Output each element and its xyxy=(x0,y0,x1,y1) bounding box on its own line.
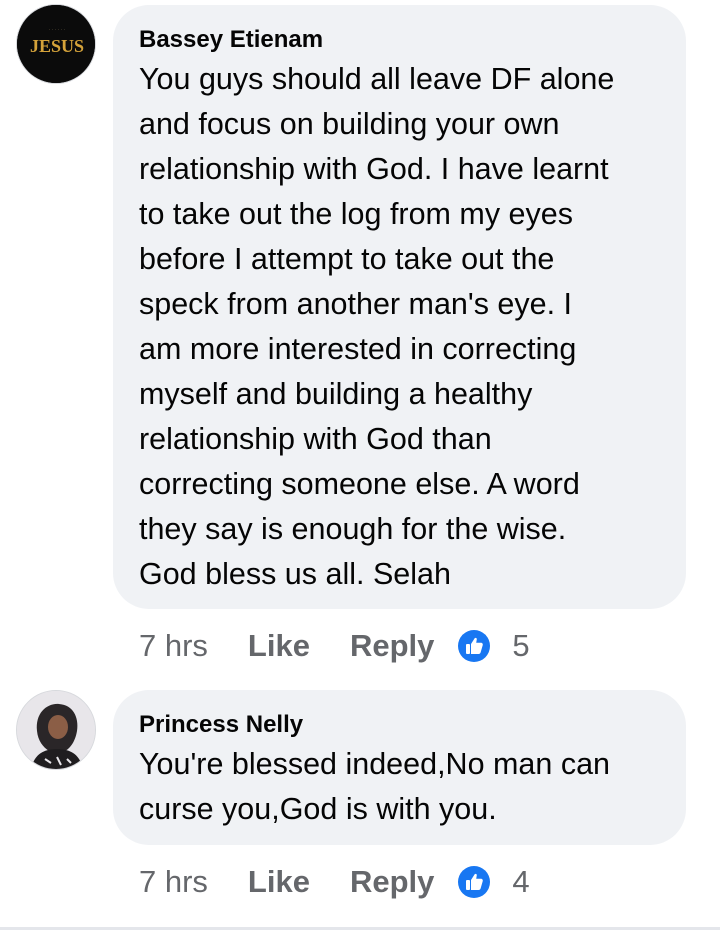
comment-timestamp[interactable]: 7 hrs xyxy=(139,864,208,900)
comments-thread: · · · · · · JESUS Bassey Etienam You guy… xyxy=(0,0,720,935)
avatar[interactable]: · · · · · · JESUS xyxy=(16,4,96,84)
reaction-count[interactable]: 5 xyxy=(512,628,529,664)
comment-text: You're blessed indeed,No man can curse y… xyxy=(139,747,610,826)
avatar[interactable] xyxy=(16,690,96,770)
svg-text:· · · · · ·: · · · · · · xyxy=(49,28,66,33)
divider xyxy=(0,927,720,930)
jesus-avatar-image: · · · · · · JESUS xyxy=(17,5,95,83)
comment-timestamp[interactable]: 7 hrs xyxy=(139,628,208,664)
like-button[interactable]: Like xyxy=(248,628,310,664)
reaction-count[interactable]: 4 xyxy=(512,864,529,900)
comment-bubble: Princess Nelly You're blessed indeed,No … xyxy=(113,690,686,845)
like-button[interactable]: Like xyxy=(248,864,310,900)
profile-photo-avatar xyxy=(17,691,95,769)
comment-actions: 7 hrs Like Reply 4 xyxy=(139,862,530,902)
comment-text: You guys should all leave DF alone and f… xyxy=(139,62,615,591)
reply-button[interactable]: Reply xyxy=(350,864,434,900)
avatar-logo-text: JESUS xyxy=(30,36,84,56)
comment-actions: 7 hrs Like Reply 5 xyxy=(139,626,530,666)
comment-author[interactable]: Bassey Etienam xyxy=(139,25,660,55)
comment-bubble: Bassey Etienam You guys should all leave… xyxy=(113,5,686,609)
thumbs-up-icon[interactable] xyxy=(458,630,491,662)
thumbs-up-icon[interactable] xyxy=(458,866,491,898)
comment-author[interactable]: Princess Nelly xyxy=(139,710,660,740)
reply-button[interactable]: Reply xyxy=(350,628,434,664)
